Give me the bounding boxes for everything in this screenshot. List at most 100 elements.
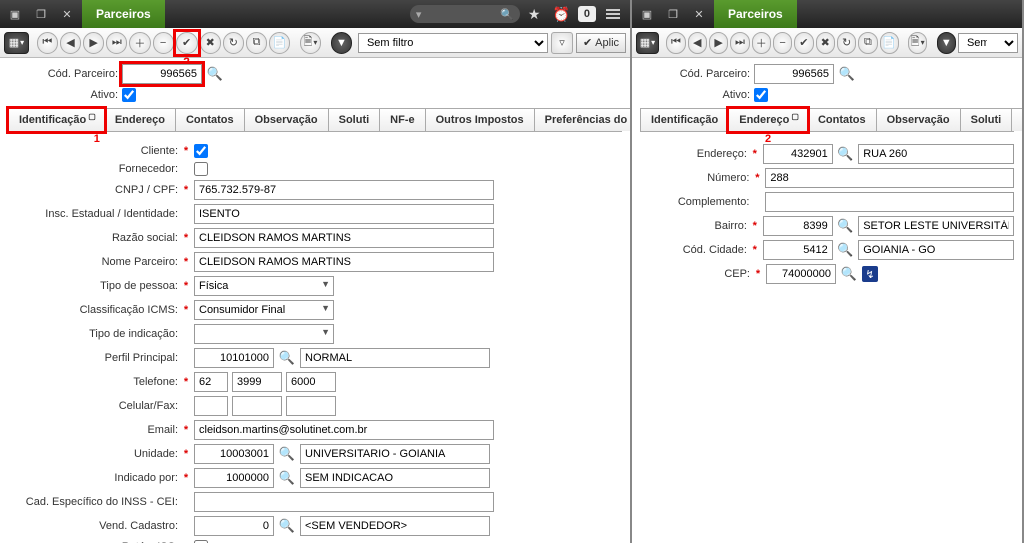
numero-input[interactable] [765, 168, 1014, 188]
module-tab[interactable]: Parceiros [82, 0, 165, 28]
refresh-button[interactable]: ↻ [837, 32, 856, 54]
cel-pfx-input[interactable] [232, 396, 282, 416]
cancel-button[interactable]: ✖ [200, 32, 221, 54]
tipo-indic-select[interactable] [194, 324, 334, 344]
nav-first-button[interactable]: ⏮ [666, 32, 685, 54]
nav-last-button[interactable]: ⏭ [106, 32, 127, 54]
indicado-lookup-icon[interactable]: 🔍 [278, 469, 296, 487]
indicado-code-input[interactable] [194, 468, 274, 488]
export-button[interactable]: 🗎 [908, 32, 927, 54]
tab-nfe[interactable]: NF-e [1011, 108, 1022, 131]
window-restore-icon[interactable]: ▣ [636, 4, 658, 24]
tab-soluti[interactable]: Soluti [960, 108, 1013, 131]
cliente-checkbox[interactable] [194, 144, 208, 158]
filter-icon[interactable]: ▼ [331, 32, 352, 54]
filter-select[interactable]: Sem [958, 33, 1018, 53]
copy-button[interactable]: ⧉ [246, 32, 267, 54]
tipo-pessoa-select[interactable]: Física [194, 276, 334, 296]
tel-num-input[interactable] [286, 372, 336, 392]
module-tab[interactable]: Parceiros [714, 0, 797, 28]
tab-contatos[interactable]: Contatos [807, 108, 877, 131]
nav-prev-button[interactable]: ◀ [688, 32, 707, 54]
tab-soluti[interactable]: Soluti [328, 108, 381, 131]
tab-observacao[interactable]: Observação [244, 108, 329, 131]
perfil-desc-input[interactable] [300, 348, 490, 368]
tab-observacao[interactable]: Observação [876, 108, 961, 131]
cidade-desc-input[interactable] [858, 240, 1014, 260]
window-copy-icon[interactable]: ❐ [662, 4, 684, 24]
cod-parceiro-lookup-icon[interactable]: 🔍 [838, 65, 856, 83]
menu-icon[interactable] [600, 9, 626, 19]
vend-code-input[interactable] [194, 516, 274, 536]
tab-preferencias[interactable]: Preferências do Parceiro [534, 108, 630, 131]
razao-input[interactable] [194, 228, 494, 248]
grid-menu-button[interactable]: ▦ [636, 32, 659, 54]
unidade-desc-input[interactable] [300, 444, 490, 464]
nav-prev-button[interactable]: ◀ [60, 32, 81, 54]
confirm-button[interactable]: ✔ [176, 32, 198, 54]
endereco-lookup-icon[interactable]: 🔍 [837, 145, 855, 163]
bairro-code-input[interactable] [763, 216, 833, 236]
tab-endereco[interactable]: Endereço▢ [728, 108, 808, 131]
tel-ddd-input[interactable] [194, 372, 228, 392]
nome-input[interactable] [194, 252, 494, 272]
filter-funnel-icon[interactable]: ▿ [551, 32, 573, 54]
apply-filter-button[interactable]: ✔Aplic [576, 33, 626, 53]
filter-select[interactable]: Sem filtro [358, 33, 548, 53]
tab-nfe[interactable]: NF-e [379, 108, 425, 131]
tab-outros-impostos[interactable]: Outros Impostos [425, 108, 535, 131]
close-icon[interactable]: ✕ [56, 4, 78, 24]
filter-icon[interactable]: ▼ [937, 32, 956, 54]
perfil-code-input[interactable] [194, 348, 274, 368]
tab-identificacao[interactable]: Identificação▢ [8, 108, 105, 131]
nav-first-button[interactable]: ⏮ [37, 32, 58, 54]
unidade-lookup-icon[interactable]: 🔍 [278, 445, 296, 463]
unidade-code-input[interactable] [194, 444, 274, 464]
cod-parceiro-input[interactable] [754, 64, 834, 84]
cel-num-input[interactable] [286, 396, 336, 416]
alarm-icon[interactable]: ⏰ [548, 6, 573, 23]
cod-parceiro-input[interactable] [122, 64, 202, 84]
refresh-button[interactable]: ↻ [223, 32, 244, 54]
endereco-desc-input[interactable] [858, 144, 1014, 164]
paste-button[interactable]: 📄 [880, 32, 899, 54]
vend-lookup-icon[interactable]: 🔍 [278, 517, 296, 535]
tab-identificacao[interactable]: Identificação [640, 108, 729, 131]
perfil-lookup-icon[interactable]: 🔍 [278, 349, 296, 367]
notification-count[interactable]: 0 [578, 6, 596, 22]
grid-menu-button[interactable]: ▦ [4, 32, 29, 54]
window-restore-icon[interactable]: ▣ [4, 4, 26, 24]
fornecedor-checkbox[interactable] [194, 162, 208, 176]
copy-button[interactable]: ⧉ [858, 32, 877, 54]
endereco-code-input[interactable] [763, 144, 833, 164]
inss-input[interactable] [194, 492, 494, 512]
correios-icon[interactable]: ↯ [862, 266, 878, 282]
nav-next-button[interactable]: ▶ [83, 32, 104, 54]
ativo-checkbox[interactable] [122, 88, 136, 102]
bairro-lookup-icon[interactable]: 🔍 [837, 217, 855, 235]
tab-endereco[interactable]: Endereço [104, 108, 176, 131]
cidade-lookup-icon[interactable]: 🔍 [837, 241, 855, 259]
cidade-code-input[interactable] [763, 240, 833, 260]
close-icon[interactable]: ✕ [688, 4, 710, 24]
bairro-desc-input[interactable] [858, 216, 1014, 236]
cancel-button[interactable]: ✖ [816, 32, 835, 54]
nav-last-button[interactable]: ⏭ [730, 32, 749, 54]
cep-lookup-icon[interactable]: 🔍 [840, 265, 858, 283]
remove-button[interactable]: − [153, 32, 174, 54]
tab-contatos[interactable]: Contatos [175, 108, 245, 131]
search-input[interactable]: ▾🔍 [410, 5, 520, 23]
remove-button[interactable]: − [773, 32, 792, 54]
paste-button[interactable]: 📄 [269, 32, 290, 54]
tel-pfx-input[interactable] [232, 372, 282, 392]
cod-parceiro-lookup-icon[interactable]: 🔍 [206, 65, 224, 83]
indicado-desc-input[interactable] [300, 468, 490, 488]
cep-input[interactable] [766, 264, 836, 284]
compl-input[interactable] [765, 192, 1014, 212]
confirm-button[interactable]: ✔ [794, 32, 813, 54]
vend-desc-input[interactable] [300, 516, 490, 536]
favorite-icon[interactable]: ★ [524, 6, 545, 23]
class-icms-select[interactable]: Consumidor Final [194, 300, 334, 320]
ativo-checkbox[interactable] [754, 88, 768, 102]
export-button[interactable]: 🗎 [300, 32, 321, 54]
